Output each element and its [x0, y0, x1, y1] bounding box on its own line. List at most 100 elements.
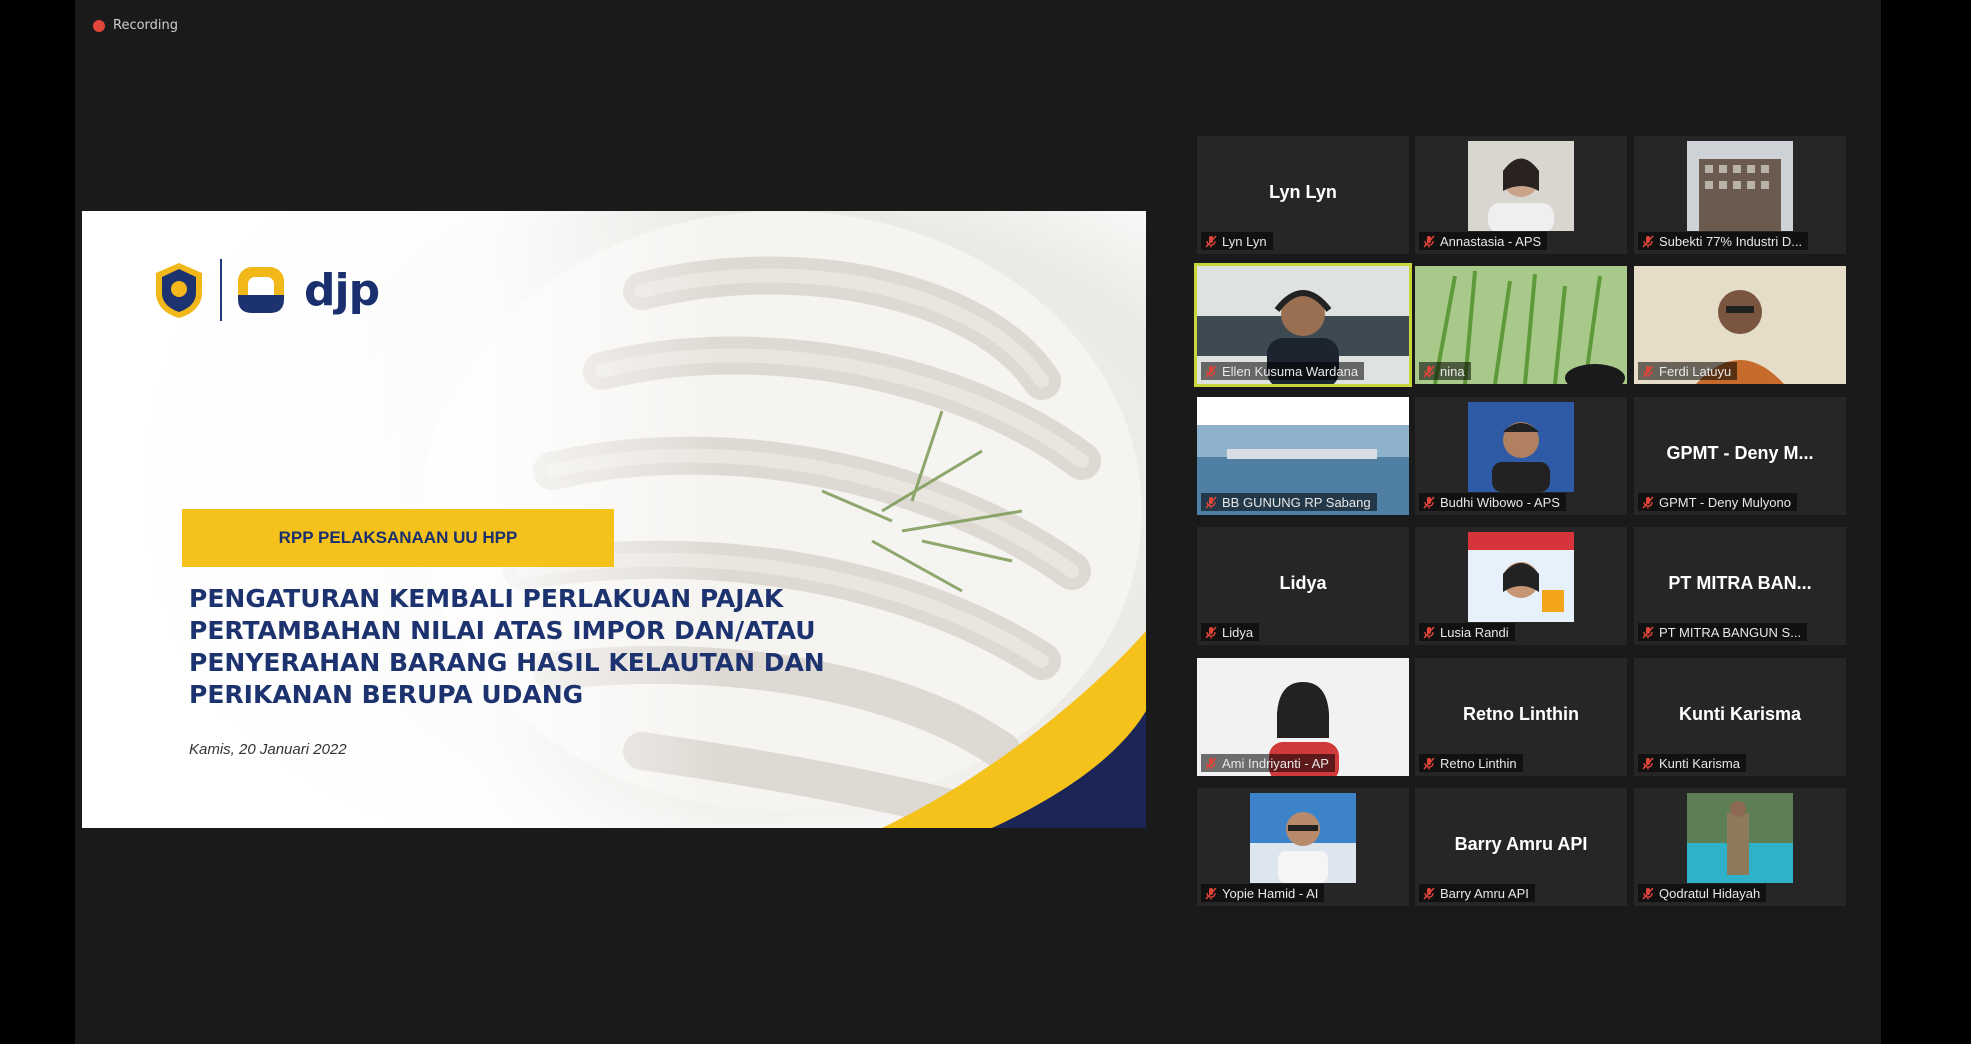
participant-name-label: Ami Indriyanti - AP [1201, 754, 1335, 772]
participant-tile[interactable]: Ellen Kusuma Wardana [1194, 263, 1412, 387]
participant-display-name: GPMT - Deny M... [1666, 443, 1814, 463]
participant-video [1687, 793, 1793, 883]
participant-name-label: Lyn Lyn [1201, 232, 1273, 250]
participant-name: Annastasia - APS [1440, 233, 1542, 249]
muted-mic-icon [1205, 886, 1217, 900]
participant-display-name: Kunti Karisma [1678, 704, 1802, 724]
slide-logos: djp [152, 259, 380, 321]
recording-indicator: Recording [93, 18, 178, 33]
muted-mic-icon [1642, 756, 1654, 770]
participant-tile[interactable]: Barry Amru API Barry Amru API [1415, 788, 1627, 906]
participant-name-label: Barry Amru API [1419, 884, 1535, 902]
participant-tile[interactable]: Yopie Hamid - AI [1197, 788, 1409, 906]
muted-mic-icon [1642, 495, 1654, 509]
participant-name: Lidya [1222, 624, 1254, 640]
participant-name: Kunti Karisma [1659, 755, 1740, 771]
participant-name: Ellen Kusuma Wardana [1222, 363, 1359, 379]
participant-tile[interactable]: Annastasia - APS [1415, 136, 1627, 254]
participant-tile[interactable]: Kunti Karisma Kunti Karisma [1634, 658, 1846, 776]
participant-name: Budhi Wibowo - APS [1440, 494, 1560, 510]
participant-display-name: Lyn Lyn [1269, 182, 1337, 202]
logo-divider [220, 259, 222, 321]
muted-mic-icon [1423, 886, 1435, 900]
muted-mic-icon [1205, 495, 1217, 509]
participant-tile[interactable]: Qodratul Hidayah [1634, 788, 1846, 906]
participant-name: Qodratul Hidayah [1659, 885, 1761, 901]
participant-name: Ferdi Latuyu [1659, 363, 1732, 379]
participant-video [1468, 402, 1574, 492]
participant-tile[interactable]: BB GUNUNG RP Sabang [1197, 397, 1409, 515]
slide-tag-band: RPP PELAKSANAAN UU HPP [182, 509, 614, 567]
participant-name-label: Qodratul Hidayah [1638, 884, 1767, 902]
participant-name-label: nina [1419, 362, 1471, 380]
muted-mic-icon [1205, 234, 1217, 248]
participant-name: Retno Linthin [1440, 755, 1517, 771]
muted-mic-icon [1205, 756, 1217, 770]
participant-name-label: Annastasia - APS [1419, 232, 1548, 250]
slide-title-line: PERIKANAN BERUPA UDANG [189, 680, 584, 709]
participant-name-label: Budhi Wibowo - APS [1419, 493, 1566, 511]
muted-mic-icon [1423, 364, 1435, 378]
participant-name-label: Yopie Hamid - AI [1201, 884, 1325, 902]
muted-mic-icon [1423, 756, 1435, 770]
participant-tile[interactable]: nina [1415, 266, 1627, 384]
muted-mic-icon [1423, 234, 1435, 248]
participant-video [1687, 141, 1793, 231]
participant-video [1468, 141, 1574, 231]
muted-mic-icon [1423, 625, 1435, 639]
participant-name: nina [1440, 363, 1465, 379]
participant-tile[interactable]: Ferdi Latuyu [1634, 266, 1846, 384]
participant-name: PT MITRA BANGUN S... [1659, 624, 1802, 640]
participant-name-label: Lusia Randi [1419, 623, 1515, 641]
slide-title-line: PENGATURAN KEMBALI PERLAKUAN PAJAK [189, 584, 784, 613]
participant-tile[interactable]: GPMT - Deny M... GPMT - Deny Mulyono [1634, 397, 1846, 515]
participant-name: Lusia Randi [1440, 624, 1509, 640]
participant-display-name: Retno Linthin [1463, 704, 1579, 724]
participant-name: Yopie Hamid - AI [1222, 885, 1319, 901]
muted-mic-icon [1642, 234, 1654, 248]
participant-tile[interactable]: Budhi Wibowo - APS [1415, 397, 1627, 515]
participant-name-label: PT MITRA BANGUN S... [1638, 623, 1808, 641]
muted-mic-icon [1642, 364, 1654, 378]
recording-label: Recording [113, 18, 179, 33]
muted-mic-icon [1423, 495, 1435, 509]
participant-name-label: Kunti Karisma [1638, 754, 1746, 772]
participant-name: GPMT - Deny Mulyono [1659, 494, 1791, 510]
djp-wordmark: djp [304, 264, 380, 316]
participant-display-name: Lidya [1279, 573, 1327, 593]
participant-tile[interactable]: Lidya Lidya [1197, 527, 1409, 645]
participant-name: BB GUNUNG RP Sabang [1222, 494, 1371, 510]
participant-name: Barry Amru API [1440, 885, 1529, 901]
participant-name: Ami Indriyanti - AP [1222, 755, 1329, 771]
muted-mic-icon [1205, 625, 1217, 639]
participant-name: Lyn Lyn [1222, 233, 1267, 249]
participant-name-label: Ferdi Latuyu [1638, 362, 1738, 380]
kemenkeu-emblem-icon [156, 263, 202, 318]
participant-name-label: GPMT - Deny Mulyono [1638, 493, 1797, 511]
participant-name: Subekti 77% Industri D... [1659, 233, 1803, 249]
muted-mic-icon [1205, 364, 1217, 378]
participant-tile[interactable]: PT MITRA BAN... PT MITRA BANGUN S... [1634, 527, 1846, 645]
participant-tile[interactable]: Lyn Lyn Lyn Lyn [1197, 136, 1409, 254]
slide-date: Kamis, 20 Januari 2022 [189, 741, 347, 758]
participant-display-name: Barry Amru API [1454, 834, 1588, 854]
participant-display-name: PT MITRA BAN... [1668, 573, 1812, 593]
participant-tile[interactable]: Retno Linthin Retno Linthin [1415, 658, 1627, 776]
participant-video [1468, 532, 1574, 622]
participant-video [1250, 793, 1356, 883]
participant-tile[interactable]: Lusia Randi [1415, 527, 1627, 645]
shared-screen-slide: djp RPP PELAKSANAAN UU HPP PENGATURAN KE… [82, 211, 1146, 828]
participant-tile[interactable]: Ami Indriyanti - AP [1197, 658, 1409, 776]
participant-name-label: Retno Linthin [1419, 754, 1523, 772]
slide-title-line: PENYERAHAN BARANG HASIL KELAUTAN DAN [189, 648, 825, 677]
participant-tile[interactable]: Subekti 77% Industri D... [1634, 136, 1846, 254]
participant-name-label: Ellen Kusuma Wardana [1201, 362, 1365, 380]
slide-title-line: PERTAMBAHAN NILAI ATAS IMPOR DAN/ATAU [189, 616, 816, 645]
participant-name-label: Subekti 77% Industri D... [1638, 232, 1809, 250]
slide-title: PENGATURAN KEMBALI PERLAKUAN PAJAK PERTA… [189, 583, 825, 711]
djp-logo-icon [238, 267, 284, 313]
recording-dot-icon [93, 19, 105, 32]
slide-tag: RPP PELAKSANAAN UU HPP [278, 528, 518, 547]
participant-name-label: BB GUNUNG RP Sabang [1201, 493, 1377, 511]
muted-mic-icon [1642, 625, 1654, 639]
